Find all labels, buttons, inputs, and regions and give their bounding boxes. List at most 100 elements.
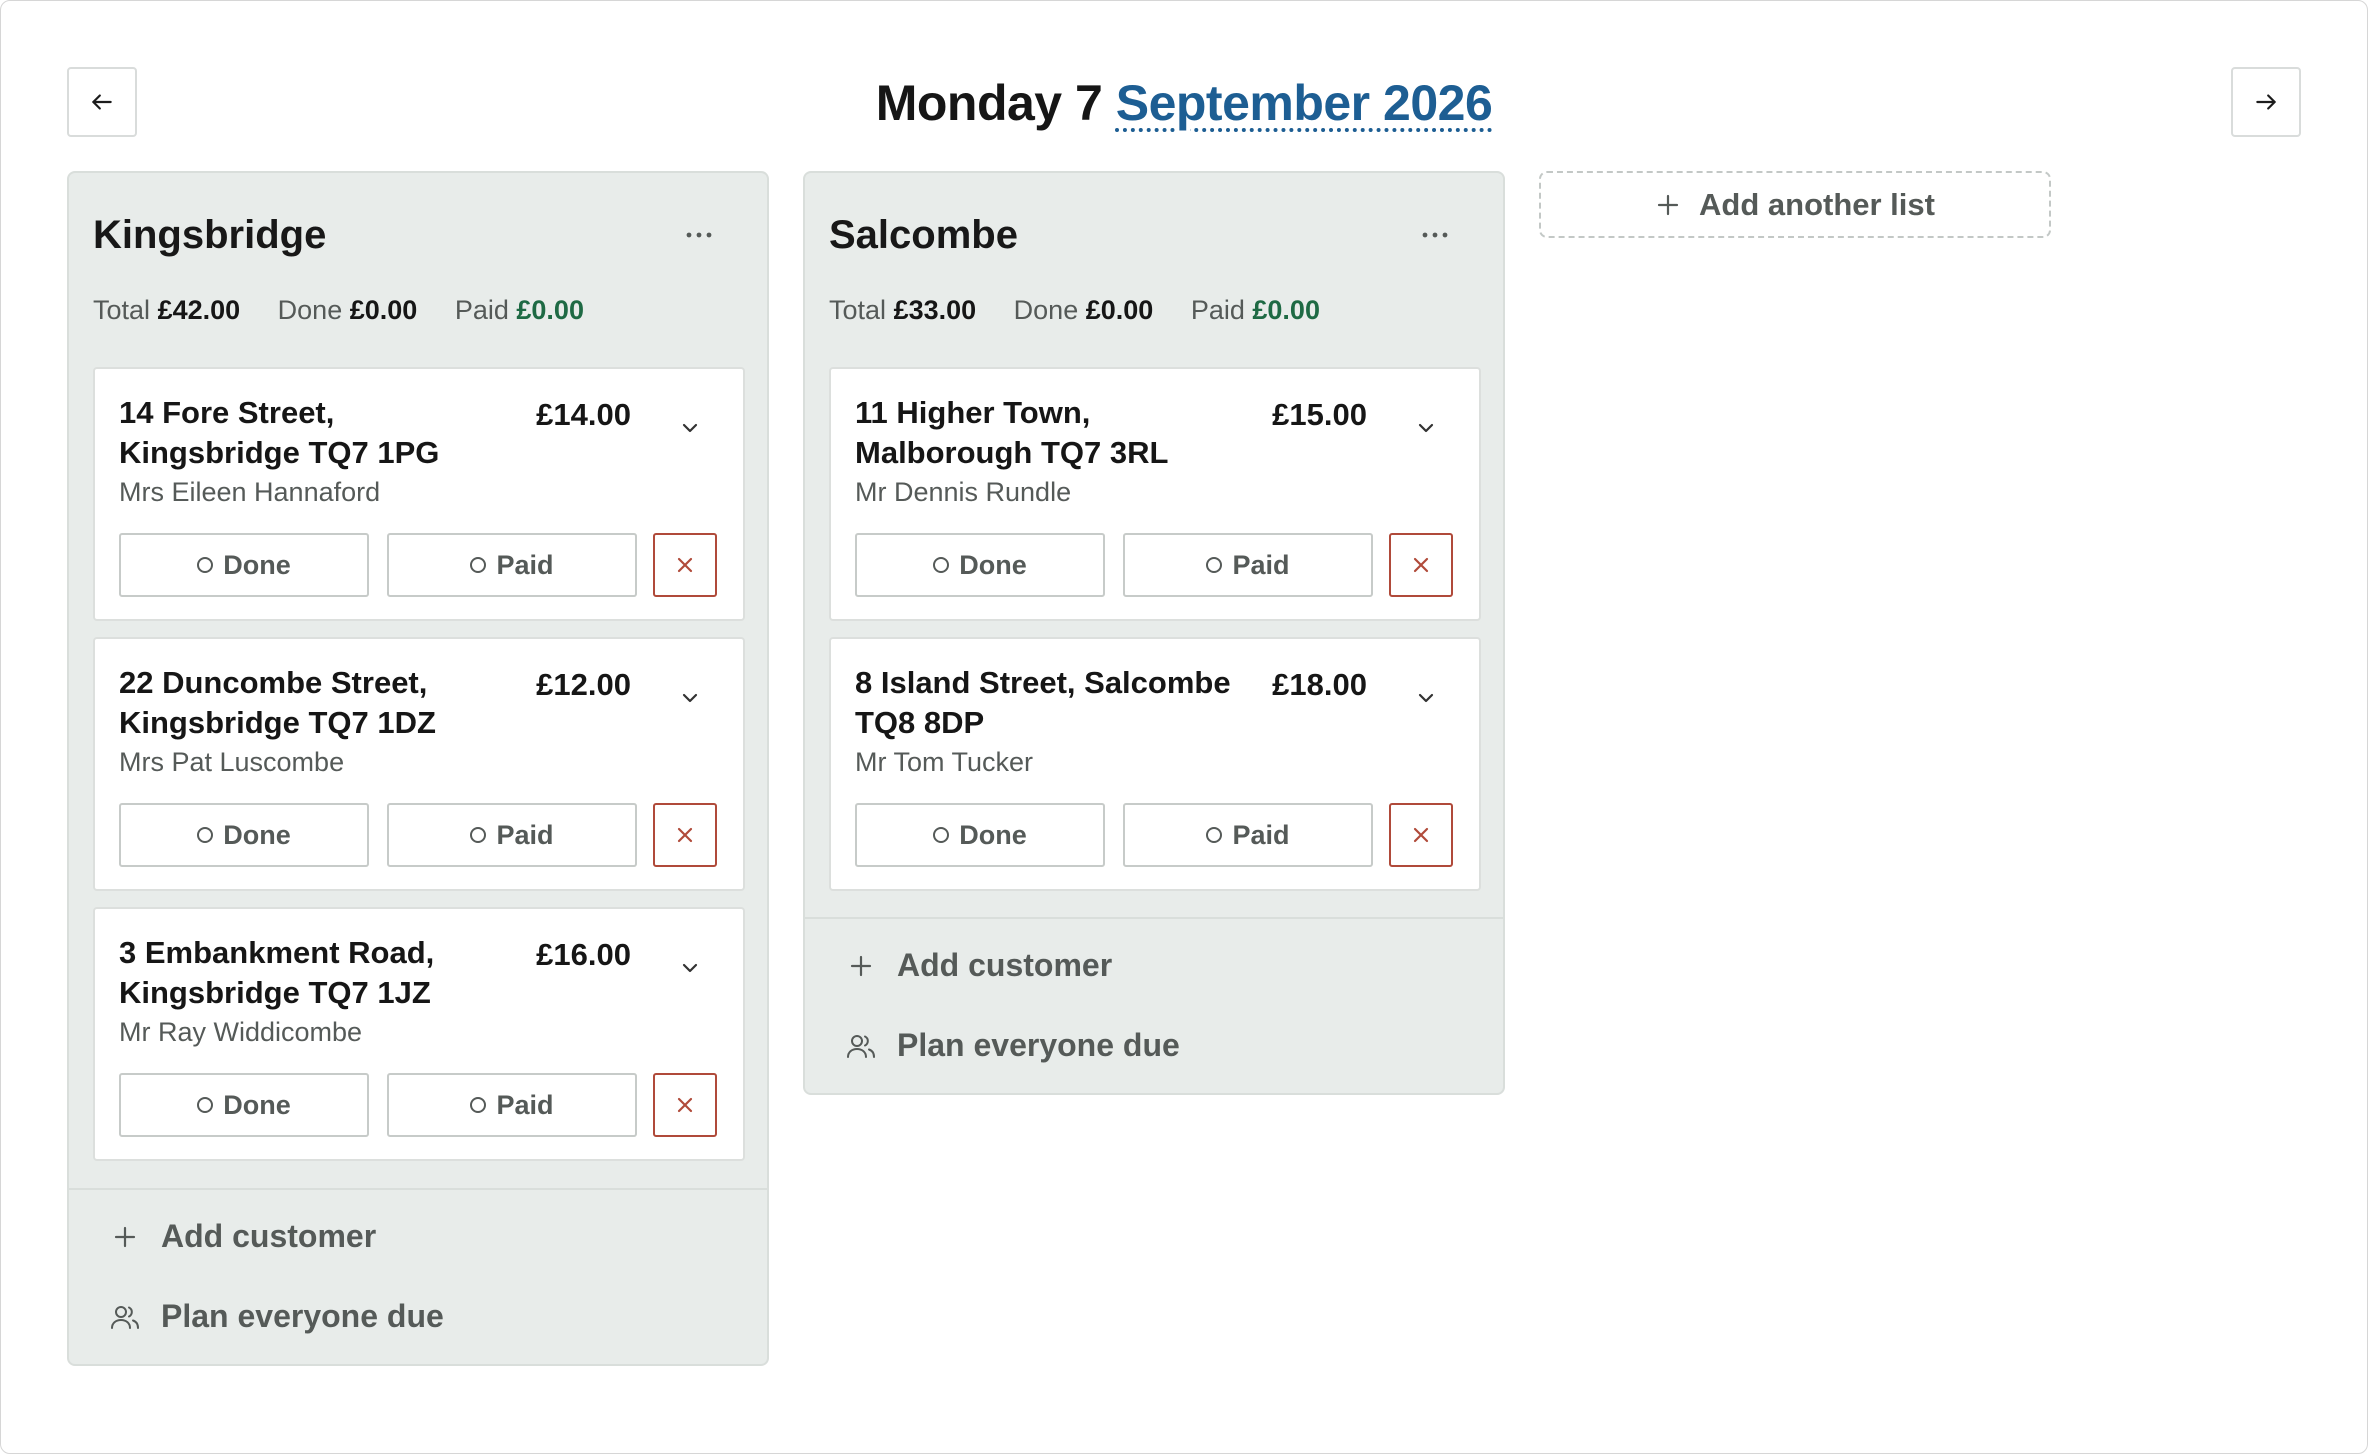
customer-name: Mrs Pat Luscombe <box>119 747 345 777</box>
close-icon <box>1413 827 1429 843</box>
paid-label: Paid <box>1190 295 1245 325</box>
mark-done-button[interactable]: Done <box>119 533 369 597</box>
circle-icon <box>1206 557 1223 573</box>
expand-card-button[interactable] <box>675 413 705 443</box>
customer-price: £16.00 <box>536 937 631 972</box>
remove-customer-button[interactable] <box>653 1073 717 1137</box>
circle-icon <box>197 827 214 843</box>
list-menu-button[interactable] <box>1415 223 1455 247</box>
list-kingsbridge: Kingsbridge Total £42.00 Done £0.00 Paid… <box>67 171 769 1366</box>
mark-done-button[interactable]: Done <box>119 1073 369 1137</box>
paid-value: £0.00 <box>1252 295 1320 325</box>
expand-card-button[interactable] <box>675 953 705 983</box>
customer-name: Mr Dennis Rundle <box>855 477 1072 507</box>
customer-name: Mrs Eileen Hannaford <box>119 477 381 507</box>
total-summary: Total £33.00 <box>829 295 976 325</box>
list-title: Kingsbridge <box>93 213 327 257</box>
chevron-down-icon <box>682 963 698 973</box>
circle-icon <box>1206 827 1223 843</box>
remove-customer-button[interactable] <box>1389 533 1453 597</box>
total-summary: Total £42.00 <box>93 295 240 325</box>
customer-address: 14 Fore Street, Kingsbridge TQ7 1PG <box>119 395 440 470</box>
done-button-label: Done <box>223 549 291 580</box>
total-value: £42.00 <box>157 295 241 325</box>
expand-card-button[interactable] <box>1411 413 1441 443</box>
mark-paid-button[interactable]: Paid <box>1123 533 1373 597</box>
plan-everyone-due-button[interactable]: Plan everyone due <box>845 1027 1180 1064</box>
month-year-link[interactable]: September 2026 <box>1116 75 1493 131</box>
chevron-down-icon <box>1418 423 1434 433</box>
done-value: £0.00 <box>349 295 418 325</box>
users-icon <box>109 1301 141 1333</box>
mark-done-button[interactable]: Done <box>855 803 1105 867</box>
paid-label: Paid <box>454 295 509 325</box>
mark-paid-button[interactable]: Paid <box>1123 803 1373 867</box>
mark-paid-button[interactable]: Paid <box>387 533 637 597</box>
customer-card[interactable]: 22 Duncombe Street, Kingsbridge TQ7 1DZ … <box>93 637 745 891</box>
mark-paid-button[interactable]: Paid <box>387 803 637 867</box>
add-another-list-label: Add another list <box>1699 186 1935 222</box>
list-footer: Add customer Plan everyone due <box>805 917 1503 1093</box>
done-summary: Done £0.00 <box>278 295 418 325</box>
plan-everyone-due-button[interactable]: Plan everyone due <box>109 1298 444 1335</box>
remove-customer-button[interactable] <box>653 803 717 867</box>
customer-card[interactable]: 11 Higher Town, Malborough TQ7 3RL £15.0… <box>829 367 1481 621</box>
list-header: Kingsbridge <box>69 173 767 299</box>
list-menu-button[interactable] <box>679 223 719 247</box>
customer-cards: 11 Higher Town, Malborough TQ7 3RL £15.0… <box>829 367 1481 907</box>
add-another-list-button[interactable]: Add another list <box>1539 171 2051 238</box>
remove-customer-button[interactable] <box>653 533 717 597</box>
add-customer-button[interactable]: Add customer <box>845 947 1112 984</box>
mark-paid-button[interactable]: Paid <box>387 1073 637 1137</box>
customer-name: Mr Tom Tucker <box>855 747 1034 777</box>
customer-card[interactable]: 14 Fore Street, Kingsbridge TQ7 1PG £14.… <box>93 367 745 621</box>
list-footer: Add customer Plan everyone due <box>69 1188 767 1364</box>
add-customer-label: Add customer <box>161 1218 377 1254</box>
customer-price: £12.00 <box>536 667 631 702</box>
done-label: Done <box>277 295 343 325</box>
paid-value: £0.00 <box>516 295 584 325</box>
circle-icon <box>197 557 214 573</box>
remove-customer-button[interactable] <box>1389 803 1453 867</box>
close-icon <box>677 557 693 573</box>
add-customer-button[interactable]: Add customer <box>109 1218 376 1255</box>
list-salcombe: Salcombe Total £33.00 Done £0.00 Paid £0… <box>803 171 1505 1095</box>
done-value: £0.00 <box>1085 295 1154 325</box>
customer-card[interactable]: 3 Embankment Road, Kingsbridge TQ7 1JZ £… <box>93 907 745 1161</box>
expand-card-button[interactable] <box>1411 683 1441 713</box>
circle-icon <box>470 557 487 573</box>
paid-button-label: Paid <box>496 819 554 850</box>
app-frame: Monday 7 September 2026 Kingsbridge Tota… <box>0 0 2368 1454</box>
circle-icon <box>470 1097 487 1113</box>
paid-button-label: Paid <box>496 549 554 580</box>
list-header: Salcombe <box>805 173 1503 299</box>
customer-address: 11 Higher Town, Malborough TQ7 3RL <box>855 395 1169 470</box>
paid-button-label: Paid <box>496 1089 554 1120</box>
circle-icon <box>197 1097 214 1113</box>
mark-done-button[interactable]: Done <box>855 533 1105 597</box>
circle-icon <box>470 827 487 843</box>
total-label: Total <box>829 295 887 325</box>
list-title: Salcombe <box>829 213 1018 257</box>
expand-card-button[interactable] <box>675 683 705 713</box>
customer-price: £15.00 <box>1272 397 1367 432</box>
done-button-label: Done <box>223 1089 291 1120</box>
arrow-right-icon <box>2256 94 2276 110</box>
done-button-label: Done <box>959 549 1027 580</box>
plus-icon <box>845 950 877 982</box>
circle-icon <box>933 557 950 573</box>
customer-address: 22 Duncombe Street, Kingsbridge TQ7 1DZ <box>119 665 436 740</box>
users-icon <box>845 1030 877 1062</box>
mark-done-button[interactable]: Done <box>119 803 369 867</box>
circle-icon <box>933 827 950 843</box>
next-day-button[interactable] <box>2231 67 2301 137</box>
ellipsis-icon <box>686 232 712 238</box>
customer-address: 8 Island Street, Salcombe TQ8 8DP <box>855 665 1231 740</box>
paid-button-label: Paid <box>1232 549 1290 580</box>
customer-card[interactable]: 8 Island Street, Salcombe TQ8 8DP £18.00… <box>829 637 1481 891</box>
customer-name: Mr Ray Widdicombe <box>119 1017 363 1047</box>
customer-address: 3 Embankment Road, Kingsbridge TQ7 1JZ <box>119 935 435 1010</box>
paid-button-label: Paid <box>1232 819 1290 850</box>
customer-cards: 14 Fore Street, Kingsbridge TQ7 1PG £14.… <box>93 367 745 1177</box>
total-label: Total <box>93 295 151 325</box>
